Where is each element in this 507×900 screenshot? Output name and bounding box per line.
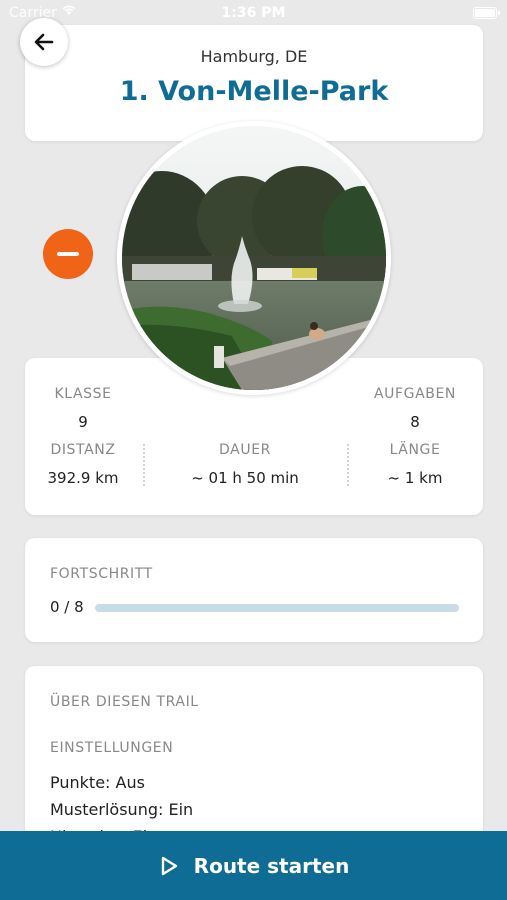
status-bar: Carrier 1:36 PM	[0, 0, 507, 28]
progress-label: FORTSCHRITT	[50, 566, 153, 582]
trail-photo	[117, 121, 391, 395]
dauer-label: DAUER	[219, 442, 271, 458]
laenge-label: LÄNGE	[389, 442, 441, 458]
aufgaben-value: 8	[410, 413, 420, 431]
laenge-value: ~ 1 km	[387, 469, 443, 487]
setting-sample-solution: Musterlösung: Ein	[50, 800, 194, 819]
page-title: 1. Von-Melle-Park	[119, 76, 389, 107]
minus-icon	[57, 252, 79, 256]
city-label: Hamburg, DE	[200, 47, 308, 66]
clock-label: 1:36 PM	[221, 5, 286, 21]
back-button[interactable]	[20, 18, 68, 66]
park-fountain-image	[122, 126, 386, 390]
setting-points: Punkte: Aus	[50, 773, 145, 792]
distanz-value: 392.9 km	[47, 469, 119, 487]
progress-count: 0 / 8	[50, 598, 84, 616]
dauer-value: ~ 01 h 50 min	[191, 469, 299, 487]
arrow-left-icon	[34, 33, 54, 51]
divider	[347, 444, 349, 486]
start-route-label: Route starten	[193, 853, 350, 878]
distanz-label: DISTANZ	[50, 442, 116, 458]
settings-label: EINSTELLUNGEN	[50, 740, 174, 756]
about-title: ÜBER DIESEN TRAIL	[50, 694, 199, 710]
battery-icon	[473, 7, 500, 19]
start-route-button[interactable]: Route starten	[0, 831, 507, 900]
klasse-value: 9	[78, 413, 88, 431]
progress-bar	[95, 604, 459, 612]
play-icon	[161, 856, 177, 875]
progress-card: FORTSCHRITT 0 / 8	[25, 538, 483, 642]
remove-trail-button[interactable]	[43, 229, 93, 279]
